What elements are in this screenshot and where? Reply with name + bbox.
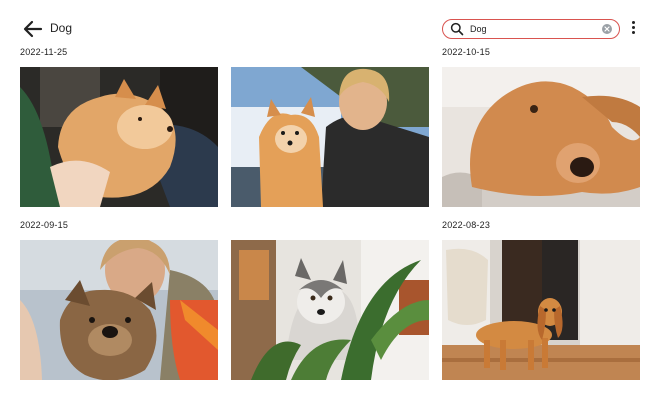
back-button[interactable]: [20, 16, 46, 42]
photo-thumbnail[interactable]: [231, 240, 429, 380]
woman-with-pomeranian-photo: [231, 67, 429, 207]
cocker-spaniel-photo: [442, 240, 640, 380]
top-bar: Dog: [0, 0, 660, 58]
photo-thumbnail[interactable]: [442, 240, 640, 380]
more-vert-icon: [628, 21, 638, 34]
photo-thumbnail[interactable]: [20, 67, 218, 207]
search-input[interactable]: [470, 21, 598, 37]
search-box[interactable]: [442, 19, 620, 39]
clear-icon: [604, 26, 610, 32]
search-icon: [450, 22, 464, 36]
poodle-on-rug-photo: [442, 67, 640, 207]
more-options-button[interactable]: [628, 20, 638, 38]
photo-thumbnail[interactable]: [231, 67, 429, 207]
husky-behind-plants-photo: [231, 240, 429, 380]
date-header: 2022-09-15: [20, 220, 69, 230]
date-header: 2022-08-23: [442, 220, 491, 230]
arrow-left-icon: [23, 20, 43, 38]
date-header: 2022-11-25: [20, 47, 68, 57]
page-title: Dog: [50, 21, 73, 35]
clear-search-button[interactable]: [602, 24, 612, 34]
photo-thumbnail[interactable]: [442, 67, 640, 207]
photo-thumbnail[interactable]: [20, 240, 218, 380]
date-header: 2022-10-15: [442, 47, 491, 57]
woman-hugging-dog-photo: [20, 240, 218, 380]
pomeranian-held-photo: [20, 67, 218, 207]
